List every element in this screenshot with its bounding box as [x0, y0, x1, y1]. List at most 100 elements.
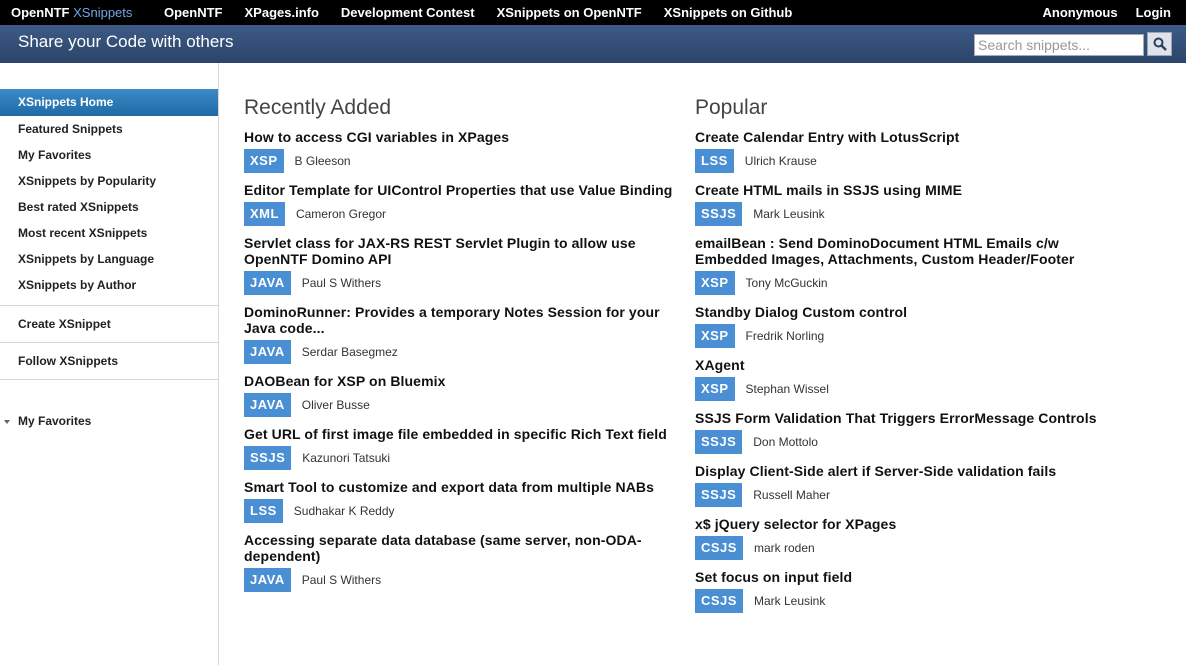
language-badge[interactable]: XML — [244, 202, 285, 226]
language-badge[interactable]: JAVA — [244, 271, 291, 295]
snippet-author[interactable]: Fredrik Norling — [746, 329, 825, 343]
nav-link-xsnippets-github[interactable]: XSnippets on Github — [664, 5, 793, 20]
snippet-author[interactable]: Stephan Wissel — [746, 382, 829, 396]
create-xsnippet-link[interactable]: Create XSnippet — [0, 306, 218, 342]
language-badge[interactable]: SSJS — [695, 483, 743, 507]
snippet-author[interactable]: Kazunori Tatsuki — [302, 451, 390, 465]
sidebar-item-most-recent[interactable]: Most recent XSnippets — [0, 220, 218, 246]
popular-heading: Popular — [695, 96, 768, 119]
search-input[interactable] — [974, 34, 1144, 56]
snippet-entry: emailBean : Send DominoDocument HTML Ema… — [695, 235, 1125, 295]
recently-added-heading: Recently Added — [244, 96, 392, 119]
language-badge[interactable]: LSS — [244, 499, 283, 523]
snippet-entry: DAOBean for XSP on Bluemix JAVA Oliver Bu… — [244, 373, 674, 417]
snippet-entry: How to access CGI variables in XPages XS… — [244, 129, 674, 173]
snippet-author[interactable]: Oliver Busse — [302, 398, 370, 412]
snippet-entry: XAgent XSP Stephan Wissel — [695, 357, 1125, 401]
language-badge[interactable]: JAVA — [244, 393, 291, 417]
snippet-author[interactable]: Mark Leusink — [753, 207, 824, 221]
sidebar-item-best-rated[interactable]: Best rated XSnippets — [0, 194, 218, 220]
sidebar-item-featured[interactable]: Featured Snippets — [0, 116, 218, 142]
snippet-author[interactable]: Ulrich Krause — [745, 154, 817, 168]
snippet-title-link[interactable]: DominoRunner: Provides a temporary Notes… — [244, 304, 674, 336]
language-badge[interactable]: SSJS — [695, 430, 743, 454]
snippet-entry: Display Client-Side alert if Server-Side… — [695, 463, 1125, 507]
language-badge[interactable]: LSS — [695, 149, 734, 173]
snippet-title-link[interactable]: Standby Dialog Custom control — [695, 304, 1125, 320]
snippet-title-link[interactable]: Create HTML mails in SSJS using MIME — [695, 182, 1125, 198]
snippet-entry: Accessing separate data database (same s… — [244, 532, 674, 592]
sidebar-divider — [0, 379, 218, 380]
snippet-author[interactable]: Mark Leusink — [754, 594, 825, 608]
nav-link-xsnippets-openntf[interactable]: XSnippets on OpenNTF — [497, 5, 642, 20]
language-badge[interactable]: XSP — [695, 324, 735, 348]
snippet-author[interactable]: Cameron Gregor — [296, 207, 386, 221]
snippet-author[interactable]: Sudhakar K Reddy — [294, 504, 395, 518]
snippet-title-link[interactable]: Editor Template for UIControl Properties… — [244, 182, 674, 198]
language-badge[interactable]: XSP — [695, 377, 735, 401]
snippet-author[interactable]: Russell Maher — [753, 488, 830, 502]
snippet-author[interactable]: B Gleeson — [295, 154, 351, 168]
sidebar-item-by-language[interactable]: XSnippets by Language — [0, 246, 218, 272]
sidebar: XSnippets Home Featured Snippets My Favo… — [0, 63, 219, 665]
language-badge[interactable]: XSP — [695, 271, 735, 295]
top-nav-links: OpenNTF XPages.info Development Contest … — [157, 5, 814, 20]
snippet-title-link[interactable]: DAOBean for XSP on Bluemix — [244, 373, 674, 389]
snippet-title-link[interactable]: x$ jQuery selector for XPages — [695, 516, 1125, 532]
snippet-author[interactable]: Don Mottolo — [753, 435, 818, 449]
search-icon — [1153, 37, 1167, 51]
sidebar-item-xsnippets-home[interactable]: XSnippets Home — [0, 89, 218, 116]
snippet-author[interactable]: Tony McGuckin — [746, 276, 828, 290]
favorites-section-toggle[interactable]: My Favorites — [0, 406, 218, 436]
sidebar-item-my-favorites[interactable]: My Favorites — [0, 142, 218, 168]
sidebar-item-by-author[interactable]: XSnippets by Author — [0, 272, 218, 298]
language-badge[interactable]: CSJS — [695, 536, 743, 560]
recently-added-column: Recently Added How to access CGI variabl… — [244, 96, 674, 601]
search-box — [974, 32, 1172, 56]
snippet-title-link[interactable]: Servlet class for JAX-RS REST Servlet Pl… — [244, 235, 674, 267]
snippet-title-link[interactable]: emailBean : Send DominoDocument HTML Ema… — [695, 235, 1125, 267]
snippet-author[interactable]: Serdar Basegmez — [302, 345, 398, 359]
snippet-entry: x$ jQuery selector for XPages CSJS mark r… — [695, 516, 1125, 560]
brand-main: OpenNTF — [11, 5, 70, 20]
nav-link-xpages-info[interactable]: XPages.info — [245, 5, 319, 20]
snippet-entry: Get URL of first image file embedded in … — [244, 426, 674, 470]
user-name-link[interactable]: Anonymous — [1042, 5, 1117, 20]
snippet-entry: Create Calendar Entry with LotusScript L… — [695, 129, 1125, 173]
page-tagline: Share your Code with others — [18, 32, 234, 51]
snippet-entry: Servlet class for JAX-RS REST Servlet Pl… — [244, 235, 674, 295]
site-logo[interactable]: OpenNTF XSnippets — [0, 5, 157, 20]
sidebar-item-popularity[interactable]: XSnippets by Popularity — [0, 168, 218, 194]
snippet-entry: SSJS Form Validation That Triggers Error… — [695, 410, 1125, 454]
nav-link-openntf[interactable]: OpenNTF — [164, 5, 223, 20]
snippet-author[interactable]: mark roden — [754, 541, 815, 555]
snippet-entry: Editor Template for UIControl Properties… — [244, 182, 674, 226]
language-badge[interactable]: SSJS — [695, 202, 743, 226]
language-badge[interactable]: XSP — [244, 149, 284, 173]
caret-down-icon — [4, 419, 10, 424]
language-badge[interactable]: JAVA — [244, 340, 291, 364]
language-badge[interactable]: CSJS — [695, 589, 743, 613]
snippet-author[interactable]: Paul S Withers — [302, 276, 381, 290]
snippet-title-link[interactable]: Smart Tool to customize and export data … — [244, 479, 674, 495]
login-link[interactable]: Login — [1136, 5, 1171, 20]
snippet-title-link[interactable]: SSJS Form Validation That Triggers Error… — [695, 410, 1125, 426]
snippet-title-link[interactable]: Create Calendar Entry with LotusScript — [695, 129, 1125, 145]
language-badge[interactable]: JAVA — [244, 568, 291, 592]
snippet-entry: DominoRunner: Provides a temporary Notes… — [244, 304, 674, 364]
search-button[interactable] — [1147, 32, 1172, 56]
snippet-author[interactable]: Paul S Withers — [302, 573, 381, 587]
brand-sub: XSnippets — [73, 5, 133, 20]
snippet-title-link[interactable]: Display Client-Side alert if Server-Side… — [695, 463, 1125, 479]
nav-link-development-contest[interactable]: Development Contest — [341, 5, 475, 20]
snippet-entry: Set focus on input field CSJS Mark Leusin… — [695, 569, 1125, 613]
snippet-entry: Standby Dialog Custom control XSP Fredrik… — [695, 304, 1125, 348]
language-badge[interactable]: SSJS — [244, 446, 292, 470]
snippet-title-link[interactable]: How to access CGI variables in XPages — [244, 129, 674, 145]
snippet-title-link[interactable]: XAgent — [695, 357, 1125, 373]
snippet-title-link[interactable]: Get URL of first image file embedded in … — [244, 426, 674, 442]
snippet-title-link[interactable]: Accessing separate data database (same s… — [244, 532, 674, 564]
popular-column: Popular Create Calendar Entry with Lotus… — [695, 96, 1125, 622]
follow-xsnippets-link[interactable]: Follow XSnippets — [0, 343, 218, 379]
snippet-title-link[interactable]: Set focus on input field — [695, 569, 1125, 585]
